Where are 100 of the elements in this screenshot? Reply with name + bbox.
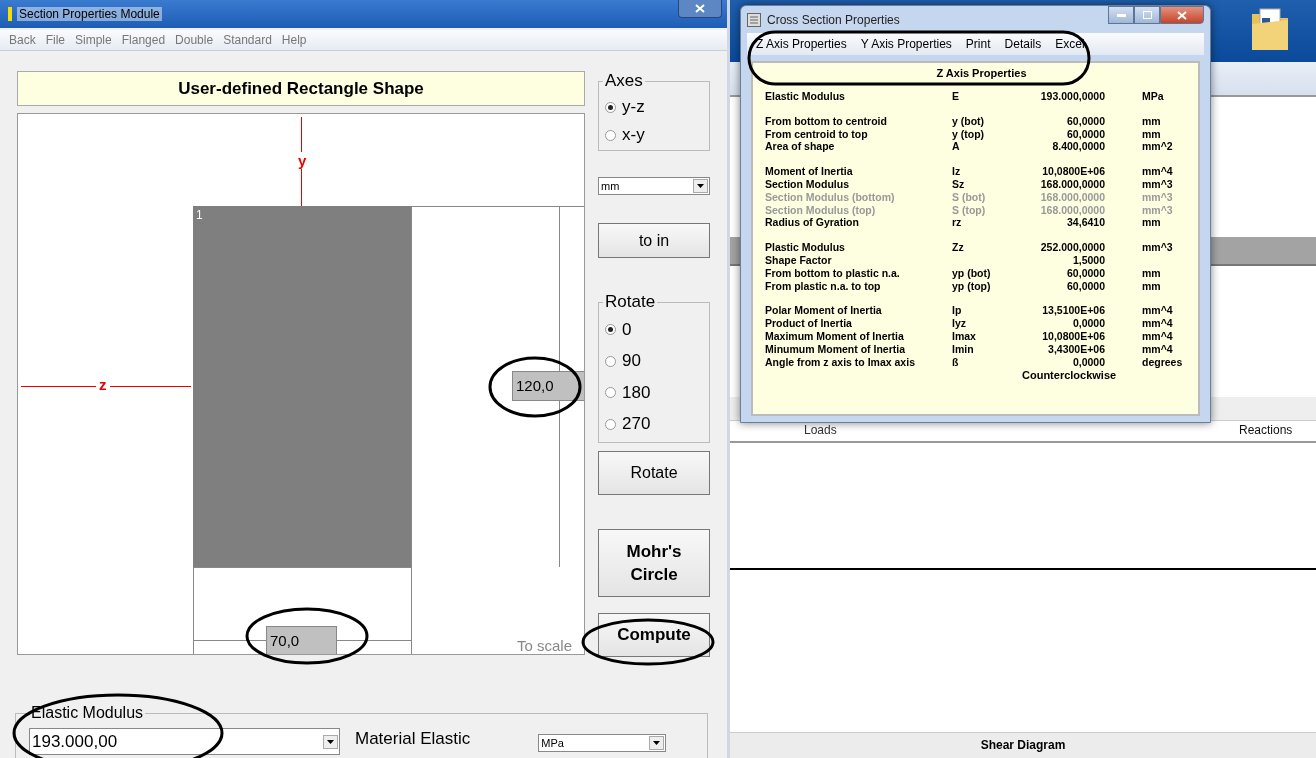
property-value: 13,5100E+06 — [1041, 304, 1105, 318]
menu-item[interactable]: Simple — [75, 30, 112, 50]
property-name: Polar Moment of Inertia — [765, 304, 883, 318]
property-name: Shape Factor — [765, 253, 833, 267]
property-unit: mm^3 — [1142, 190, 1173, 203]
property-name: Moment of Inertia — [765, 165, 854, 178]
radio-label[interactable]: y-z — [622, 97, 645, 117]
tab[interactable]: Reactions — [1239, 423, 1293, 437]
field-label: Material Elastic — [355, 729, 471, 749]
property-value: 10,0800E+06 — [1041, 329, 1105, 343]
property-value: 193.000,0000 — [1039, 90, 1105, 103]
group-label: Rotate — [604, 292, 657, 312]
menu-item[interactable]: Details — [1004, 33, 1042, 55]
close-icon[interactable] — [1177, 10, 1187, 20]
panel-heading: Z Axis Properties — [935, 66, 1028, 80]
property-symbol: Sz — [952, 178, 965, 190]
property-name: Maximum Moment of Inertia — [765, 329, 905, 343]
height-field[interactable]: 120,0 — [512, 371, 584, 401]
convert-button[interactable]: to in — [598, 223, 710, 258]
menu-item[interactable]: Standard — [223, 30, 272, 50]
property-symbol: Imin — [952, 342, 974, 355]
property-unit: mm — [1142, 279, 1161, 292]
property-symbol: A — [952, 140, 960, 153]
property-unit: mm — [1142, 216, 1161, 229]
menu-item[interactable]: Y Axis Properties — [860, 33, 952, 55]
property-name: Section Modulus (bottom) — [765, 190, 896, 204]
section-rectangle[interactable]: 1 — [193, 206, 411, 567]
radio-label[interactable]: 180 — [622, 382, 651, 403]
radio-button[interactable] — [605, 101, 616, 113]
property-unit: mm^2 — [1142, 140, 1173, 153]
property-symbol: Ip — [952, 304, 962, 317]
property-name: Angle from z axis to Imax axis — [765, 355, 916, 369]
compute-button[interactable]: Compute — [598, 613, 710, 657]
close-icon[interactable] — [695, 4, 705, 13]
radio-button[interactable] — [605, 418, 616, 430]
property-symbol: yp (bot) — [952, 266, 991, 279]
property-name: Section Modulus — [765, 178, 850, 191]
menu-item[interactable]: Help — [281, 30, 307, 50]
minimize-button[interactable] — [1108, 6, 1134, 24]
property-unit: mm — [1142, 266, 1161, 279]
menu-item[interactable]: Print — [965, 33, 991, 55]
modulus-combo-field[interactable]: 193.000,00 — [29, 728, 340, 755]
property-name: Plastic Modulus — [765, 241, 846, 254]
folder-icon[interactable] — [1250, 6, 1290, 52]
radio-button[interactable] — [605, 129, 616, 141]
diagram-title: Shear Diagram — [730, 732, 1316, 758]
property-unit: degrees — [1142, 355, 1183, 368]
property-name: From bottom to plastic n.a. — [765, 266, 901, 280]
close-button[interactable] — [678, 0, 722, 18]
radio-label[interactable]: 270 — [622, 414, 651, 435]
radio-button[interactable] — [605, 387, 616, 399]
tab[interactable]: Loads — [804, 423, 837, 437]
property-symbol: Zz — [952, 241, 964, 254]
menu-item[interactable]: Back — [9, 30, 36, 50]
property-name: Radius of Gyration — [765, 216, 860, 230]
property-value: 60,0000 — [1066, 114, 1105, 128]
property-unit: mm^3 — [1142, 203, 1173, 216]
radio-button[interactable] — [605, 355, 616, 367]
property-value: 0,0000 — [1071, 355, 1105, 369]
property-symbol: S (bot) — [952, 190, 986, 203]
group-label: Axes — [604, 71, 644, 91]
property-symbol: rz — [952, 216, 962, 229]
menu-item[interactable]: Z Axis Properties — [756, 33, 847, 55]
rotate-button[interactable]: Rotate — [598, 451, 710, 495]
menu-item[interactable]: Flanged — [121, 30, 166, 50]
menu-item[interactable]: Double — [175, 30, 214, 50]
menu-item[interactable]: File — [45, 30, 66, 50]
radio-label[interactable]: x-y — [622, 125, 645, 145]
close-button[interactable] — [1160, 6, 1204, 24]
width-field[interactable]: 70,0 — [266, 626, 337, 654]
property-unit: mm^4 — [1142, 317, 1173, 330]
mohr-circle-button[interactable]: Mohr's Circle — [598, 529, 710, 597]
property-symbol: Iyz — [952, 317, 966, 330]
property-name: Product of Inertia — [765, 317, 853, 330]
property-name: Elastic Modulus — [765, 90, 846, 103]
radio-button[interactable] — [605, 324, 616, 336]
radio-label[interactable]: 0 — [622, 319, 632, 340]
property-unit: mm — [1142, 127, 1161, 140]
property-unit: mm^3 — [1142, 241, 1173, 254]
property-unit: MPa — [1142, 90, 1164, 102]
property-unit: mm^4 — [1142, 342, 1173, 355]
app-icon — [8, 7, 12, 21]
property-value: 3,4300E+06 — [1047, 342, 1105, 356]
property-name: From centroid to top — [765, 127, 869, 141]
property-symbol: yp (top) — [952, 279, 991, 292]
unit-dropdown[interactable]: mm — [598, 177, 710, 195]
property-value: 168.000,0000 — [1039, 190, 1105, 204]
menu-item[interactable]: Excel — [1055, 33, 1085, 55]
maximize-button[interactable] — [1134, 6, 1160, 24]
property-value: 8.400,0000 — [1051, 140, 1105, 154]
property-symbol: E — [952, 90, 959, 102]
radio-label[interactable]: 90 — [622, 351, 641, 372]
property-name: From bottom to centroid — [765, 114, 888, 128]
property-symbol: ß — [952, 355, 959, 368]
property-symbol: Iz — [952, 165, 961, 178]
property-unit: mm^4 — [1142, 304, 1173, 317]
unit-dropdown[interactable]: MPa — [538, 734, 667, 752]
property-value: 1,5000 — [1071, 253, 1105, 267]
property-unit: mm^4 — [1142, 165, 1173, 178]
property-name: From plastic n.a. to top — [765, 279, 882, 293]
